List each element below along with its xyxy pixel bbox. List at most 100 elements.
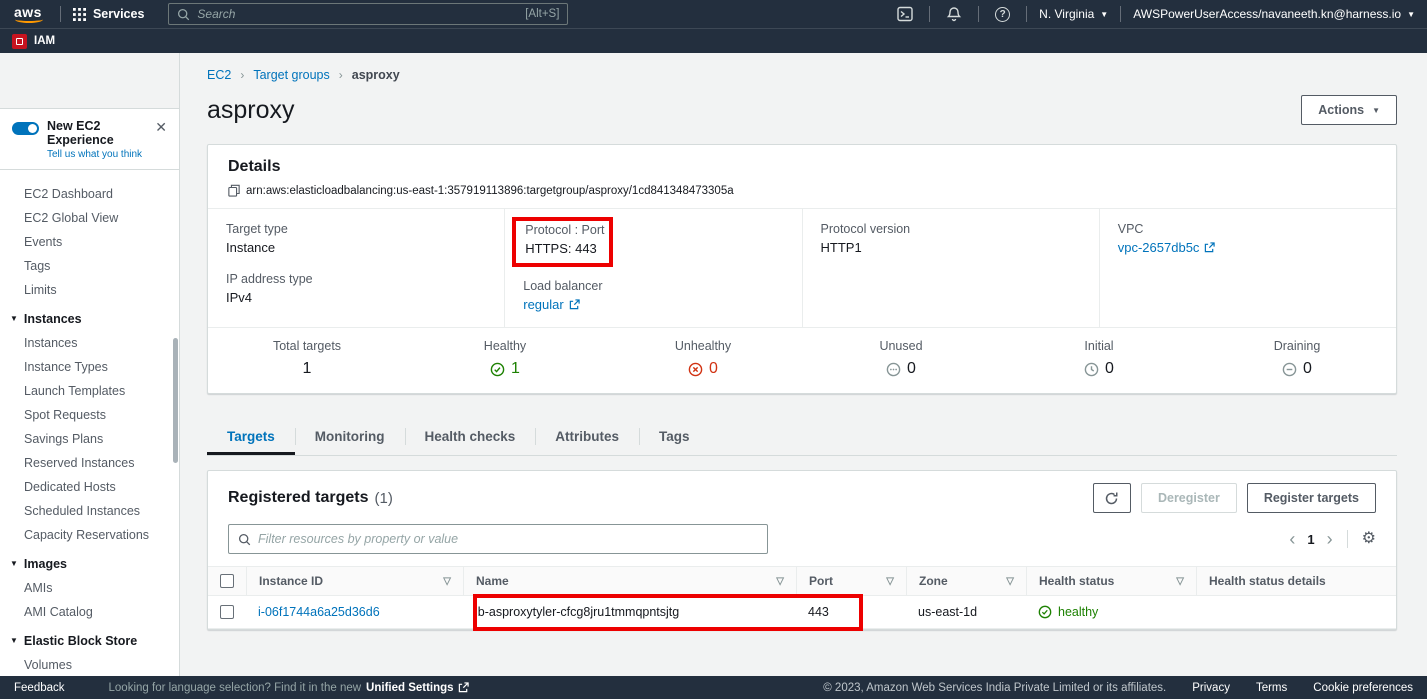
sidebar-section-images[interactable]: ▼ Images (0, 547, 179, 576)
sidebar-spacer (0, 53, 179, 108)
sidebar-item-volumes[interactable]: Volumes (0, 653, 179, 676)
breadcrumb-current: asproxy (352, 68, 400, 82)
close-icon[interactable]: ✕ (153, 119, 169, 136)
filter-input[interactable] (258, 532, 758, 546)
next-page-icon[interactable]: › (1327, 530, 1333, 548)
help-button[interactable]: ? (991, 7, 1014, 22)
select-all-checkbox[interactable] (220, 574, 234, 588)
feedback-link[interactable]: Feedback (14, 682, 65, 694)
column-header-zone[interactable]: Zone ▽ (906, 567, 1026, 595)
tab-health-checks[interactable]: Health checks (405, 420, 536, 455)
filter-box[interactable] (228, 524, 768, 554)
summary-value: 0 (709, 360, 718, 378)
sidebar-item-capacity-reservations[interactable]: Capacity Reservations (0, 523, 179, 547)
summary-label: Total targets (208, 339, 406, 353)
filter-icon[interactable]: ▽ (435, 576, 451, 587)
target-health-cell: healthy (1026, 605, 1196, 619)
column-header-port[interactable]: Port▽ (796, 567, 906, 595)
sidebar-item-instance-types[interactable]: Instance Types (0, 355, 179, 379)
terms-link[interactable]: Terms (1256, 682, 1287, 694)
summary-unused: Unused 0 (802, 339, 1000, 378)
sidebar-item-spot-requests[interactable]: Spot Requests (0, 403, 179, 427)
help-icon: ? (995, 7, 1010, 22)
sidebar-item-events[interactable]: Events (0, 230, 179, 254)
sidebar-item-savings-plans[interactable]: Savings Plans (0, 427, 179, 451)
chevron-down-icon: ▼ (1407, 11, 1415, 19)
breadcrumb-ec2[interactable]: EC2 (207, 68, 231, 82)
sidebar-item-dedicated-hosts[interactable]: Dedicated Hosts (0, 475, 179, 499)
copy-icon[interactable] (228, 184, 240, 197)
table-settings-gear-icon[interactable]: ⚙ (1362, 531, 1376, 547)
column-header-instance-id[interactable]: Instance ID▽ (246, 567, 463, 595)
sidebar-section-instances[interactable]: ▼ Instances (0, 302, 179, 331)
link-text: regular (523, 297, 563, 312)
sidebar-item-ec2-global-view[interactable]: EC2 Global View (0, 206, 179, 230)
load-balancer-link[interactable]: regular (523, 297, 579, 312)
privacy-link[interactable]: Privacy (1192, 682, 1230, 694)
registered-targets-header: Registered targets (1) Deregister Regist… (208, 471, 1396, 523)
cloudshell-button[interactable] (893, 6, 917, 22)
tell-us-link[interactable]: Tell us what you think (47, 149, 145, 160)
sidebar-item-launch-templates[interactable]: Launch Templates (0, 379, 179, 403)
sidebar-item-scheduled-instances[interactable]: Scheduled Instances (0, 499, 179, 523)
row-checkbox[interactable] (220, 605, 234, 619)
favorites-bar: IAM (0, 28, 1427, 53)
notifications-bell-button[interactable] (942, 6, 966, 22)
cookie-preferences-link[interactable]: Cookie preferences (1313, 682, 1413, 694)
sidebar-item-ami-catalog[interactable]: AMI Catalog (0, 600, 179, 624)
filter-icon[interactable]: ▽ (878, 576, 894, 587)
register-targets-button[interactable]: Register targets (1247, 483, 1376, 513)
deregister-button[interactable]: Deregister (1141, 483, 1237, 513)
section-label: Instances (24, 312, 82, 326)
summary-healthy: Healthy 1 (406, 339, 604, 378)
vpc-link[interactable]: vpc-2657db5c (1118, 240, 1216, 255)
breadcrumb-target-groups[interactable]: Target groups (253, 68, 329, 82)
external-link-icon (569, 299, 580, 310)
unified-settings-label: Unified Settings (366, 682, 454, 694)
column-header-health-status[interactable]: Health status▽ (1026, 567, 1196, 595)
account-menu[interactable]: AWSPowerUserAccess/navaneeth.kn@harness.… (1133, 7, 1415, 21)
filter-icon[interactable]: ▽ (1168, 576, 1184, 587)
column-header-name[interactable]: Name▽ (463, 567, 796, 595)
services-menu-button[interactable]: Services (73, 7, 144, 21)
region-selector[interactable]: N. Virginia ▼ (1039, 7, 1108, 21)
iam-service-icon (12, 34, 27, 49)
favorite-iam-shortcut[interactable]: IAM (12, 34, 55, 49)
section-label: Images (24, 557, 67, 571)
new-experience-toggle[interactable] (12, 122, 39, 135)
summary-initial: Initial 0 (1000, 339, 1198, 378)
sidebar-scrollbar[interactable] (173, 338, 178, 463)
page-number[interactable]: 1 (1307, 532, 1314, 547)
filter-icon[interactable]: ▽ (768, 576, 784, 587)
summary-value: 0 (1303, 360, 1312, 378)
refresh-button[interactable] (1093, 483, 1131, 513)
instance-id-link[interactable]: i-06f1744a6a25d36d6 (258, 605, 380, 619)
footer-language-text: Looking for language selection? Find it … (109, 682, 362, 694)
tab-tags[interactable]: Tags (639, 420, 710, 455)
actions-button[interactable]: Actions ▼ (1301, 95, 1397, 125)
sidebar-item-ec2-dashboard[interactable]: EC2 Dashboard (0, 182, 179, 206)
sidebar-item-tags[interactable]: Tags (0, 254, 179, 278)
filter-icon[interactable]: ▽ (998, 576, 1014, 587)
sidebar-item-reserved-instances[interactable]: Reserved Instances (0, 451, 179, 475)
sidebar-section-ebs[interactable]: ▼ Elastic Block Store (0, 624, 179, 653)
table-row: i-06f1744a6a25d36d6 lb-asproxytyler-cfcg… (208, 596, 1396, 629)
aws-logo[interactable]: aws (12, 4, 48, 24)
tab-monitoring[interactable]: Monitoring (295, 420, 405, 455)
registered-targets-count: (1) (375, 490, 393, 507)
tab-bar: Targets Monitoring Health checks Attribu… (207, 420, 1397, 456)
tab-targets[interactable]: Targets (207, 420, 295, 455)
chevron-down-icon: ▼ (10, 637, 18, 645)
sidebar-item-amis[interactable]: AMIs (0, 576, 179, 600)
search-input[interactable] (197, 7, 518, 21)
tab-attributes[interactable]: Attributes (535, 420, 639, 455)
unified-settings-link[interactable]: Unified Settings (366, 682, 469, 694)
registered-targets-card: Registered targets (1) Deregister Regist… (207, 470, 1397, 630)
sidebar-item-limits[interactable]: Limits (0, 278, 179, 302)
column-label: Zone (919, 574, 948, 588)
global-search-box[interactable]: [Alt+S] (168, 3, 568, 25)
previous-page-icon[interactable]: ‹ (1289, 530, 1295, 548)
sidebar-item-instances[interactable]: Instances (0, 331, 179, 355)
external-link-icon (458, 682, 469, 693)
annotation-highlight-protocol-port: Protocol : Port HTTPS: 443 (512, 217, 613, 267)
